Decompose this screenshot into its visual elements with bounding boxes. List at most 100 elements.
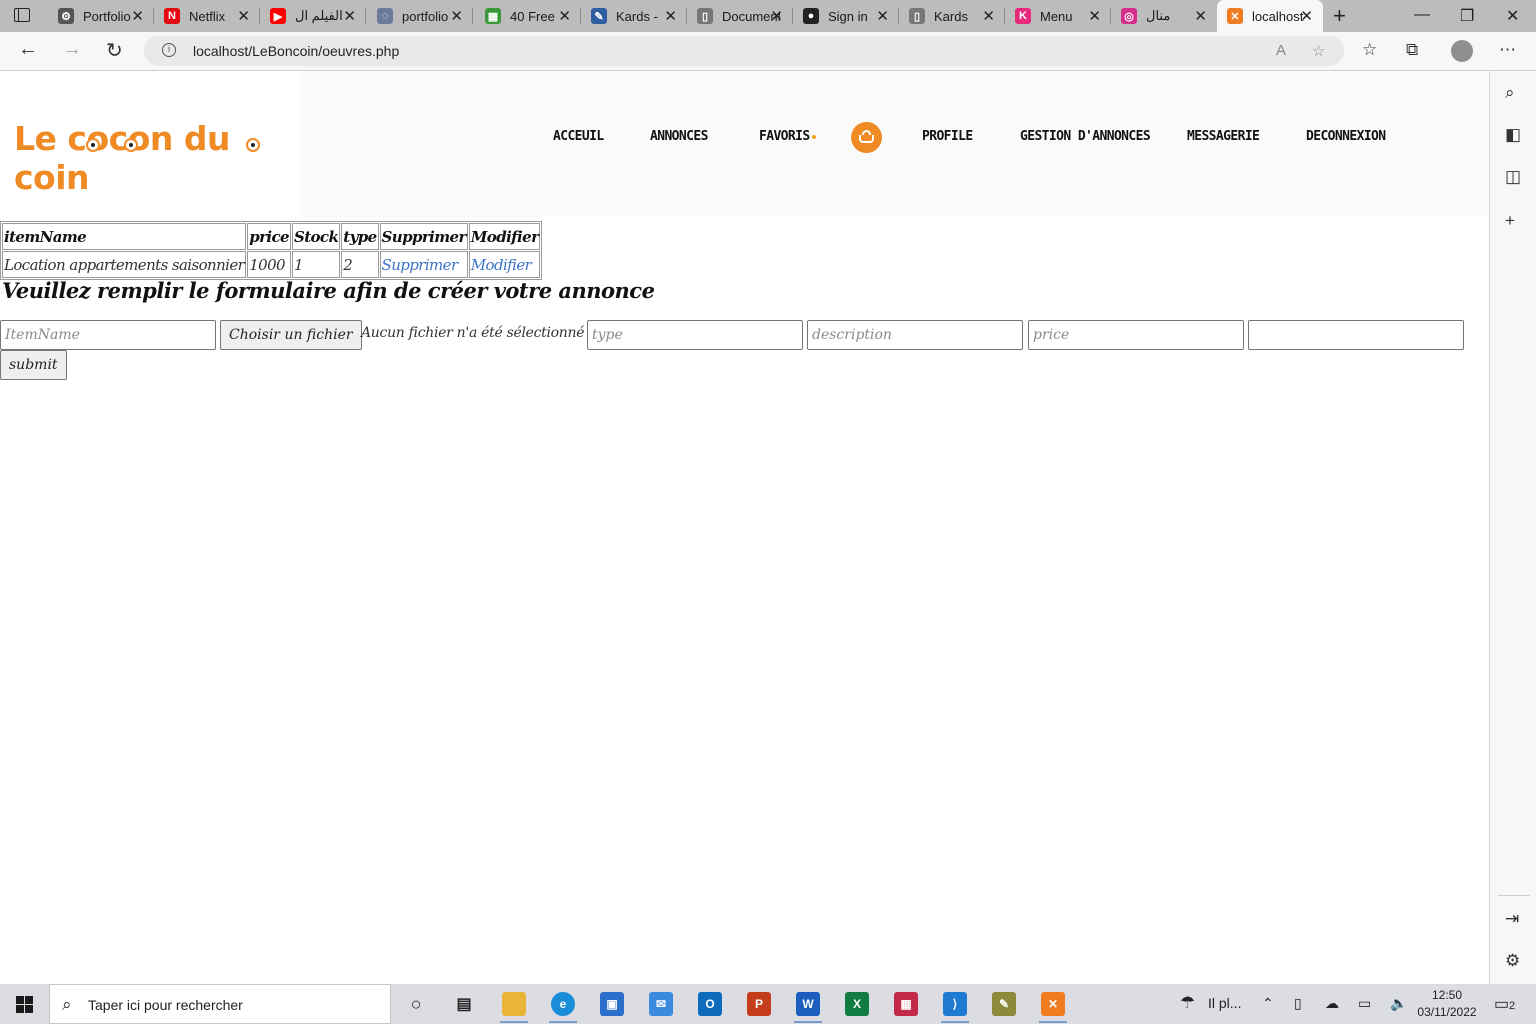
tab-close-icon[interactable]: ✕ [237, 7, 250, 25]
browser-tab[interactable]: ● Sign in ✕ [793, 0, 899, 32]
edit-link[interactable]: Modifier [471, 256, 532, 274]
nav-acceuil[interactable]: ACCEUIL [553, 129, 604, 144]
site-logo[interactable]: Le cocon du coin [14, 119, 300, 197]
xampp-icon[interactable]: ✕ [1039, 992, 1067, 1023]
item-name-input[interactable] [0, 320, 216, 350]
new-tab-button[interactable]: + [1333, 3, 1346, 29]
sidebar-add-icon[interactable]: + [1505, 211, 1515, 231]
tab-close-icon[interactable]: ✕ [1300, 7, 1313, 25]
read-aloud-icon[interactable]: A [1276, 42, 1286, 59]
column-header: Stock [291, 223, 341, 250]
outlook-icon[interactable]: O [698, 992, 722, 1016]
show-hidden-icons[interactable]: ⌃ [1262, 995, 1274, 1012]
windows-start-icon[interactable] [16, 996, 33, 1013]
browser-tab[interactable]: ▦ 40 Free ✕ [475, 0, 581, 32]
browser-tab[interactable]: ◎ منال ✕ [1111, 0, 1217, 32]
url-text[interactable]: localhost/LeBoncoin/oeuvres.php [193, 43, 399, 59]
profile-avatar[interactable] [1451, 40, 1473, 62]
mail-icon[interactable]: ✉ [649, 992, 673, 1016]
site-header: Le cocon du coin ACCEUIL ANNONCES FAVORI… [0, 71, 1489, 217]
more-options-icon[interactable]: ⋯ [1499, 40, 1516, 60]
file-explorer-icon[interactable] [500, 992, 528, 1023]
type-input[interactable] [587, 320, 803, 350]
powerpoint-icon[interactable]: P [747, 992, 771, 1016]
notifications-count: 2 [1509, 1000, 1516, 1012]
tab-actions-icon[interactable] [14, 8, 30, 22]
tab-close-icon[interactable]: ✕ [982, 7, 995, 25]
sidebar-hide-icon[interactable]: ⇥ [1505, 909, 1519, 929]
store-icon[interactable]: ▣ [600, 992, 624, 1016]
site-info-icon[interactable]: i [162, 43, 176, 57]
tab-close-icon[interactable]: ✕ [770, 7, 783, 25]
browser-tab[interactable]: ▯ Document ✕ [687, 0, 793, 32]
browser-tab[interactable]: N Netflix ✕ [154, 0, 260, 32]
onedrive-icon[interactable]: ☁ [1325, 995, 1339, 1012]
browser-tab[interactable]: ✎ Kards - ✕ [581, 0, 687, 32]
taskbar-clock[interactable]: 12:50 03/11/2022 [1412, 987, 1482, 1021]
browser-tab[interactable]: ▯ Kards ✕ [899, 0, 1005, 32]
forward-button[interactable]: → [62, 38, 82, 61]
tab-close-icon[interactable]: ✕ [1088, 7, 1101, 25]
cortana-icon[interactable]: ○ [404, 992, 428, 1016]
sidebar-outlook-icon[interactable]: ◫ [1505, 167, 1521, 187]
app-icon[interactable]: ▦ [894, 992, 918, 1016]
tab-close-icon[interactable]: ✕ [1194, 7, 1207, 25]
description-input[interactable] [807, 320, 1023, 350]
sidebar-office-icon[interactable]: ◧ [1505, 125, 1521, 145]
word-icon[interactable]: W [794, 992, 822, 1023]
tab-close-icon[interactable]: ✕ [876, 7, 889, 25]
sidebar-divider [1498, 895, 1530, 896]
tab-close-icon[interactable]: ✕ [450, 7, 463, 25]
column-header: Supprimer [379, 223, 468, 250]
browser-tab[interactable]: K Menu ✕ [1005, 0, 1111, 32]
browser-tab[interactable]: ✕ localhost ✕ [1217, 0, 1323, 32]
browser-tab[interactable]: ▶ الفيلم ال ✕ [260, 0, 366, 32]
browser-tab[interactable]: ⚙ Portfolio ✕ [48, 0, 154, 32]
back-button[interactable]: ← [18, 38, 38, 61]
app-icon-2[interactable]: ✎ [992, 992, 1016, 1016]
vscode-icon[interactable]: ⟩ [941, 992, 969, 1023]
logo-eye-icon [124, 138, 138, 152]
search-icon: ⌕ [62, 995, 72, 1014]
windows-taskbar: ⌕ Taper ici pour rechercher ○ ▤ e ▣ ✉ O … [0, 984, 1536, 1024]
close-window-button[interactable]: ✕ [1506, 6, 1519, 26]
sidebar-search-icon[interactable]: ⌕ [1505, 83, 1515, 103]
nav-profile[interactable]: PROFILE [922, 129, 973, 144]
tab-close-icon[interactable]: ✕ [343, 7, 356, 25]
network-icon[interactable]: ▭ [1358, 995, 1371, 1012]
choose-file-button[interactable]: Choisir un fichier [220, 320, 362, 350]
edge-sidebar: ⌕ ◧ ◫ + ⇥ ⚙ [1489, 71, 1536, 984]
refresh-button[interactable]: ↻ [106, 38, 123, 63]
favorites-icon[interactable]: ☆ [1362, 40, 1377, 60]
price-input[interactable] [1028, 320, 1244, 350]
nav-favoris[interactable]: FAVORIS [759, 129, 816, 144]
weather-text[interactable]: Il pl... [1208, 995, 1241, 1011]
add-favorite-icon[interactable]: ☆ [1312, 42, 1325, 60]
submit-button[interactable]: submit [0, 350, 67, 380]
task-view-icon[interactable]: ▤ [452, 992, 476, 1016]
sidebar-settings-icon[interactable]: ⚙ [1505, 951, 1520, 971]
stock-input[interactable] [1248, 320, 1464, 350]
browser-tab[interactable]: ◌ portfolio ✕ [367, 0, 473, 32]
tab-close-icon[interactable]: ✕ [558, 7, 571, 25]
volume-icon[interactable]: 🔈 [1390, 995, 1407, 1012]
meet-icon[interactable]: ▯ [1294, 995, 1302, 1012]
excel-icon[interactable]: X [845, 992, 869, 1016]
restore-button[interactable]: ❐ [1460, 6, 1474, 26]
nav-messagerie[interactable]: MESSAGERIE [1187, 129, 1260, 144]
nav-annonces[interactable]: ANNONCES [650, 129, 708, 144]
taskbar-search[interactable]: ⌕ Taper ici pour rechercher [49, 984, 391, 1024]
notifications-icon[interactable]: ▭ [1494, 994, 1509, 1014]
tab-close-icon[interactable]: ✕ [131, 7, 144, 25]
collections-icon[interactable]: ⧉ [1406, 40, 1418, 60]
document-icon: ▯ [909, 8, 925, 24]
basket-button[interactable] [851, 122, 882, 153]
weather-icon[interactable]: ☂ [1180, 993, 1195, 1013]
tab-close-icon[interactable]: ✕ [664, 7, 677, 25]
nav-deconnexion[interactable]: DECONNEXION [1306, 129, 1386, 144]
edge-browser-icon[interactable]: e [549, 992, 577, 1023]
url-field[interactable]: i localhost/LeBoncoin/oeuvres.php A ☆ [144, 36, 1344, 66]
minimize-button[interactable]: — [1414, 6, 1430, 24]
delete-link[interactable]: Supprimer [382, 256, 459, 274]
nav-gestion-annonces[interactable]: GESTION D'ANNONCES [1020, 129, 1151, 144]
